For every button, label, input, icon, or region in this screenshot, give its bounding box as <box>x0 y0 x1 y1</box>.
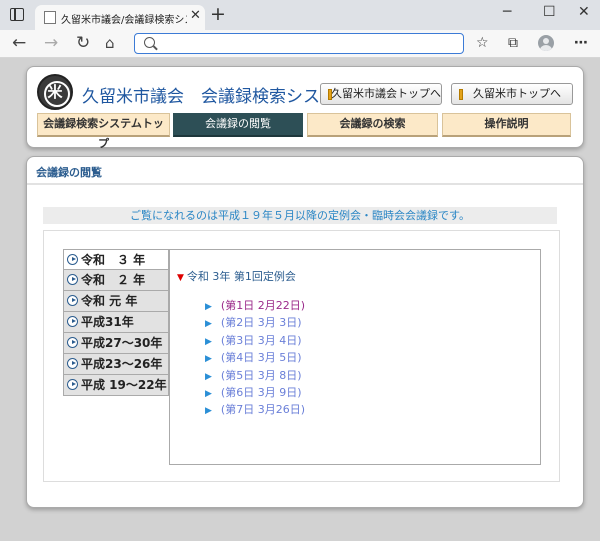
nav-browse-minutes[interactable]: 会議録の閲覧 <box>173 113 303 137</box>
content-heading-bar: 会議録の閲覧 <box>27 157 583 185</box>
play-circle-icon <box>67 379 78 390</box>
play-arrow-icon: ▶ <box>205 302 212 312</box>
city-top-link-button[interactable]: 久留米市トップへ <box>451 83 573 105</box>
session-panel: ▼ 令和 3年 第1回定例会 ▶ (第1日 2月22日) ▶ (第2日 3月 3日) … <box>169 249 541 465</box>
year-item-r3[interactable]: 令和 ３ 年 <box>63 249 169 270</box>
play-arrow-icon: ▶ <box>205 406 212 417</box>
more-options-icon[interactable]: ⋯ <box>574 35 588 52</box>
play-circle-icon <box>67 316 78 327</box>
year-item-h23-26[interactable]: 平成23〜26年 <box>63 354 169 375</box>
council-top-link-button[interactable]: 久留米市議会トップへ <box>320 83 442 105</box>
close-window-icon[interactable]: ✕ <box>578 3 590 21</box>
play-circle-icon <box>67 337 78 348</box>
collections-icon[interactable]: ⧉ <box>508 35 518 52</box>
availability-notice: ご覧になれるのは平成１９年５月以降の定例会・臨時会会議録です。 <box>43 207 557 224</box>
day-link[interactable]: ▶ (第7日 3月26日) <box>205 401 305 418</box>
page-favicon-icon <box>44 11 56 24</box>
expanded-triangle-icon: ▼ <box>177 273 184 283</box>
home-icon[interactable]: ⌂ <box>105 33 115 53</box>
site-title: 久留米市議会 会議録検索システム <box>82 87 354 107</box>
play-arrow-icon: ▶ <box>205 319 212 330</box>
nav-search-system-top[interactable]: 会議録検索システムトップ <box>37 113 170 150</box>
profile-avatar[interactable] <box>538 35 554 51</box>
back-icon[interactable]: ← <box>12 33 26 53</box>
day-link[interactable]: ▶ (第3日 3月 4日) <box>205 332 305 349</box>
day-link[interactable]: ▶ (第4日 3月 5日) <box>205 349 305 366</box>
play-arrow-icon: ▶ <box>205 336 212 347</box>
search-icon <box>144 37 155 48</box>
play-arrow-icon: ▶ <box>205 388 212 399</box>
session-title[interactable]: ▼ 令和 3年 第1回定例会 <box>177 268 296 284</box>
link-marker-icon <box>328 89 332 100</box>
site-header: 米 久留米市議会 会議録検索システム 久留米市議会トップへ 久留米市トップへ 会… <box>26 66 584 150</box>
browser-toolbar: ← → ↻ ⌂ ☆ ⧉ ⋯ <box>0 30 600 58</box>
tab-close-icon[interactable]: ✕ <box>190 9 201 23</box>
play-circle-icon <box>67 295 78 306</box>
new-tab-icon[interactable]: + <box>210 5 226 24</box>
window-menu-icon[interactable] <box>10 8 24 21</box>
nav-search-minutes[interactable]: 会議録の検索 <box>307 113 438 137</box>
year-item-h31[interactable]: 平成31年 <box>63 312 169 333</box>
city-emblem-logo: 米 <box>37 74 73 110</box>
day-link[interactable]: ▶ (第5日 3月 8日) <box>205 367 305 384</box>
year-item-h19-22[interactable]: 平成 19〜22年 <box>63 375 169 396</box>
content-heading: 会議録の閲覧 <box>36 166 102 179</box>
year-list: 令和 ３ 年 令和 ２ 年 令和 元 年 平成31年 平成27〜30年 平成23… <box>63 249 169 396</box>
day-link[interactable]: ▶ (第6日 3月 9日) <box>205 384 305 401</box>
day-list: ▶ (第1日 2月22日) ▶ (第2日 3月 3日) ▶ (第3日 3月 4日) ▶… <box>205 297 305 419</box>
play-arrow-icon: ▶ <box>205 354 212 365</box>
day-link[interactable]: ▶ (第2日 3月 3日) <box>205 314 305 331</box>
day-link[interactable]: ▶ (第1日 2月22日) <box>205 297 305 314</box>
year-item-h27-30[interactable]: 平成27〜30年 <box>63 333 169 354</box>
content-panel: 会議録の閲覧 ご覧になれるのは平成１９年５月以降の定例会・臨時会会議録です。 令… <box>26 156 584 508</box>
play-circle-icon <box>67 358 78 369</box>
link-marker-icon <box>459 89 463 100</box>
forward-icon[interactable]: → <box>44 33 58 53</box>
maximize-icon[interactable]: ☐ <box>543 3 556 21</box>
nav-operation-guide[interactable]: 操作説明 <box>442 113 571 137</box>
year-item-r1[interactable]: 令和 元 年 <box>63 291 169 312</box>
page-viewport: 米 久留米市議会 会議録検索システム 久留米市議会トップへ 久留米市トップへ 会… <box>0 58 600 541</box>
tab-title: 久留米市議会/会議録検索システム <box>61 15 187 26</box>
browser-tab[interactable]: 久留米市議会/会議録検索システム ✕ <box>35 5 205 30</box>
refresh-icon[interactable]: ↻ <box>76 33 90 53</box>
minimize-icon[interactable]: ─ <box>503 3 511 21</box>
play-circle-icon <box>67 254 78 265</box>
year-item-r2[interactable]: 令和 ２ 年 <box>63 270 169 291</box>
play-arrow-icon: ▶ <box>205 371 212 382</box>
address-input[interactable] <box>134 33 464 54</box>
browser-tab-bar: 久留米市議会/会議録検索システム ✕ + ─ ☐ ✕ <box>0 0 600 30</box>
favorites-icon[interactable]: ☆ <box>476 35 489 52</box>
play-circle-icon <box>67 274 78 285</box>
